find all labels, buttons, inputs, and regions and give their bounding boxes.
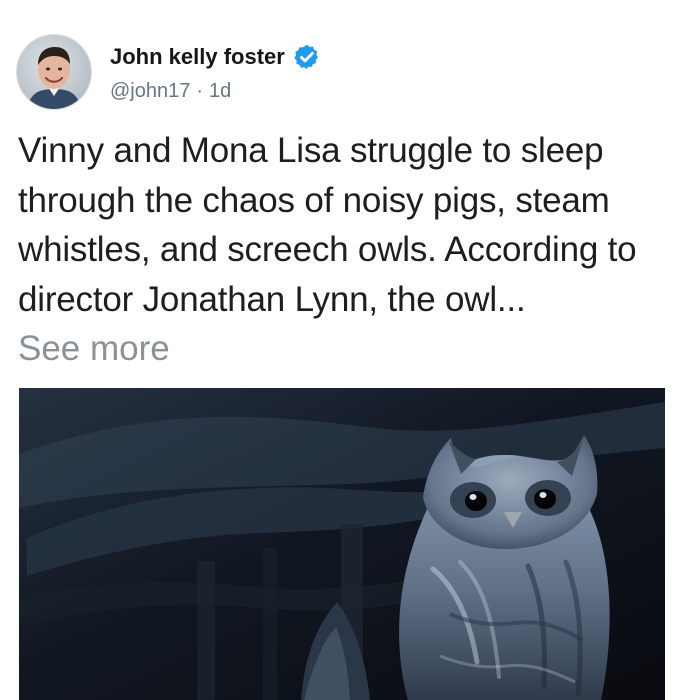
post-time[interactable]: 1d — [209, 81, 231, 101]
tweet-header: John kelly foster @john17 · 1d — [16, 34, 321, 110]
post-image[interactable] — [19, 388, 665, 700]
avatar[interactable] — [16, 34, 92, 110]
author-meta: @john17 · 1d — [110, 81, 321, 101]
author-identity: John kelly foster @john17 · 1d — [110, 43, 321, 101]
owl-image — [19, 388, 665, 700]
tweet-text: Vinny and Mona Lisa struggle to sleep th… — [18, 131, 637, 319]
profile-photo-icon — [17, 35, 91, 109]
author-name[interactable]: John kelly foster — [110, 46, 285, 68]
author-name-row: John kelly foster — [110, 43, 321, 71]
verified-badge-icon — [293, 43, 321, 71]
meta-separator: · — [196, 80, 204, 102]
tweet-card: John kelly foster @john17 · 1d Vinny and… — [0, 0, 700, 700]
see-more-link[interactable]: See more — [18, 324, 170, 374]
author-handle[interactable]: @john17 — [110, 81, 190, 101]
